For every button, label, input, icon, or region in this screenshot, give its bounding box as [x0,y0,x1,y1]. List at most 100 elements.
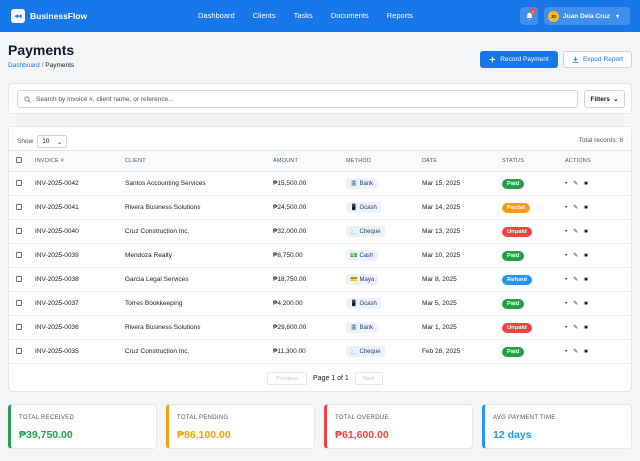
col-method: METHOD [346,150,422,172]
search-box[interactable] [17,90,578,108]
view-icon[interactable]: • [565,229,567,235]
date-cell: Mar 13, 2025 [422,228,461,235]
status-badge: Partial [502,202,530,213]
total-records: Total records: 8 [578,137,623,144]
col-actions: ACTIONS [565,150,631,172]
table-row[interactable]: INV-2025-0042 Santos Accounting Services ₱… [9,172,631,196]
edit-icon[interactable]: ✎ [573,204,578,211]
nav-reports[interactable]: Reports [387,11,413,20]
invoice-cell[interactable]: INV-2025-0042 [35,172,125,196]
edit-icon[interactable]: ✎ [573,180,578,187]
next-page-button[interactable]: Next [354,372,383,385]
page-title: Payments [8,42,75,58]
nav-clients[interactable]: Clients [253,11,276,20]
invoice-cell[interactable]: INV-2025-0041 [35,196,125,220]
actions-cell: • ✎ ■ [565,244,631,268]
filters-dropdown[interactable]: Filters ⌄ [584,90,625,108]
stat-value: ₱61,600.00 [335,429,389,441]
search-input[interactable] [36,95,566,103]
view-icon[interactable]: • [565,325,567,331]
export-report-button[interactable]: Export Report [563,51,632,68]
method-cell: 💳 Maya [346,268,422,292]
delete-icon[interactable]: ■ [584,205,588,211]
row-checkbox[interactable] [16,227,22,234]
status-badge: Unpaid [502,226,532,237]
invoice-cell[interactable]: INV-2025-0036 [35,316,125,340]
table-row[interactable]: INV-2025-0041 Rivera Business Solutions ₱2… [9,196,631,220]
invoice-cell[interactable]: INV-2025-0037 [35,292,125,316]
status-badge: Paid [502,346,525,357]
col-amount: AMOUNT [273,150,346,172]
stat-card-received: TOTAL RECEIVED ₱39,750.00 [8,404,157,449]
status-cell: Unpaid [502,220,565,244]
status-cell: Refund [502,268,565,292]
delete-icon[interactable]: ■ [584,181,588,187]
chevron-down-icon: ▾ [615,13,619,20]
table-row[interactable]: INV-2025-0040 Cruz Construction Inc. ₱32,0… [9,220,631,244]
method-cell: 📱 Gcash [346,196,422,220]
row-checkbox[interactable] [16,299,22,306]
brand[interactable]: ◂◂ BusinessFlow [11,9,87,23]
top-navbar: ◂◂ BusinessFlow Dashboard Clients Tasks … [0,0,640,32]
row-checkbox[interactable] [16,179,22,186]
invoice-cell[interactable]: INV-2025-0038 [35,268,125,292]
view-icon[interactable]: • [565,349,567,355]
method-cell: 🧾 Cheque [346,220,422,244]
invoice-cell[interactable]: INV-2025-0035 [35,340,125,364]
chevron-down-icon: ⌄ [56,138,63,146]
row-checkbox[interactable] [16,251,22,258]
invoice-cell[interactable]: INV-2025-0039 [35,244,125,268]
delete-icon[interactable]: ■ [584,253,588,259]
plus-icon [489,56,496,63]
row-checkbox[interactable] [16,275,22,282]
amount-cell: ₱24,500.00 [273,204,307,211]
user-menu[interactable]: JD Juan Dela Cruz ▾ [544,7,630,25]
edit-icon[interactable]: ✎ [573,348,578,355]
stat-label: TOTAL RECEIVED [19,415,75,421]
table-row[interactable]: INV-2025-0038 Garcia Legal Services ₱18,75… [9,268,631,292]
view-icon[interactable]: • [565,205,567,211]
view-icon[interactable]: • [565,301,567,307]
previous-page-button[interactable]: Previous [267,372,307,385]
edit-icon[interactable]: ✎ [573,324,578,331]
edit-icon[interactable]: ✎ [573,300,578,307]
row-checkbox[interactable] [16,203,22,210]
view-icon[interactable]: • [565,181,567,187]
select-all-cell [9,150,35,172]
row-checkbox[interactable] [16,323,22,330]
table-row[interactable]: INV-2025-0036 Rivera Business Solutions ₱2… [9,316,631,340]
table-row[interactable]: INV-2025-0039 Mendoza Realty ₱8,750.00 💵 Cas… [9,244,631,268]
stat-label: AVG PAYMENT TIME [493,415,556,421]
date-cell: Mar 10, 2025 [422,252,461,259]
delete-icon[interactable]: ■ [584,349,588,355]
chevron-down-icon: ⌄ [613,96,619,103]
record-payment-button[interactable]: Record Payment [480,51,558,68]
view-icon[interactable]: • [565,277,567,283]
notifications-button[interactable]: 3 [520,7,538,25]
nav-dashboard[interactable]: Dashboard [198,11,235,20]
client-cell: Santos Accounting Services [125,180,206,187]
nav-documents[interactable]: Documents [331,11,369,20]
select-all-checkbox[interactable] [16,157,22,163]
page-size-select[interactable]: 10 ⌄ [37,135,68,148]
delete-icon[interactable]: ■ [584,325,588,331]
method-chip: 💳 Maya [346,274,379,285]
delete-icon[interactable]: ■ [584,277,588,283]
delete-icon[interactable]: ■ [584,229,588,235]
table-row[interactable]: INV-2025-0035 Cruz Construction Inc. ₱11,3… [9,340,631,364]
breadcrumb-dashboard-link[interactable]: Dashboard [8,62,40,69]
client-cell: Rivera Business Solutions [125,204,201,211]
edit-icon[interactable]: ✎ [573,228,578,235]
edit-icon[interactable]: ✎ [573,252,578,259]
notification-count-badge: 3 [530,8,536,14]
payment-method-icon: 📱 [350,205,358,211]
delete-icon[interactable]: ■ [584,301,588,307]
edit-icon[interactable]: ✎ [573,276,578,283]
invoice-cell[interactable]: INV-2025-0040 [35,220,125,244]
view-icon[interactable]: • [565,253,567,259]
row-select-cell [9,220,35,244]
table-row[interactable]: INV-2025-0037 Torres Bookkeeping ₱4,200.00… [9,292,631,316]
row-checkbox[interactable] [16,347,22,354]
nav-tasks[interactable]: Tasks [294,11,313,20]
stat-value: ₱39,750.00 [19,429,73,441]
